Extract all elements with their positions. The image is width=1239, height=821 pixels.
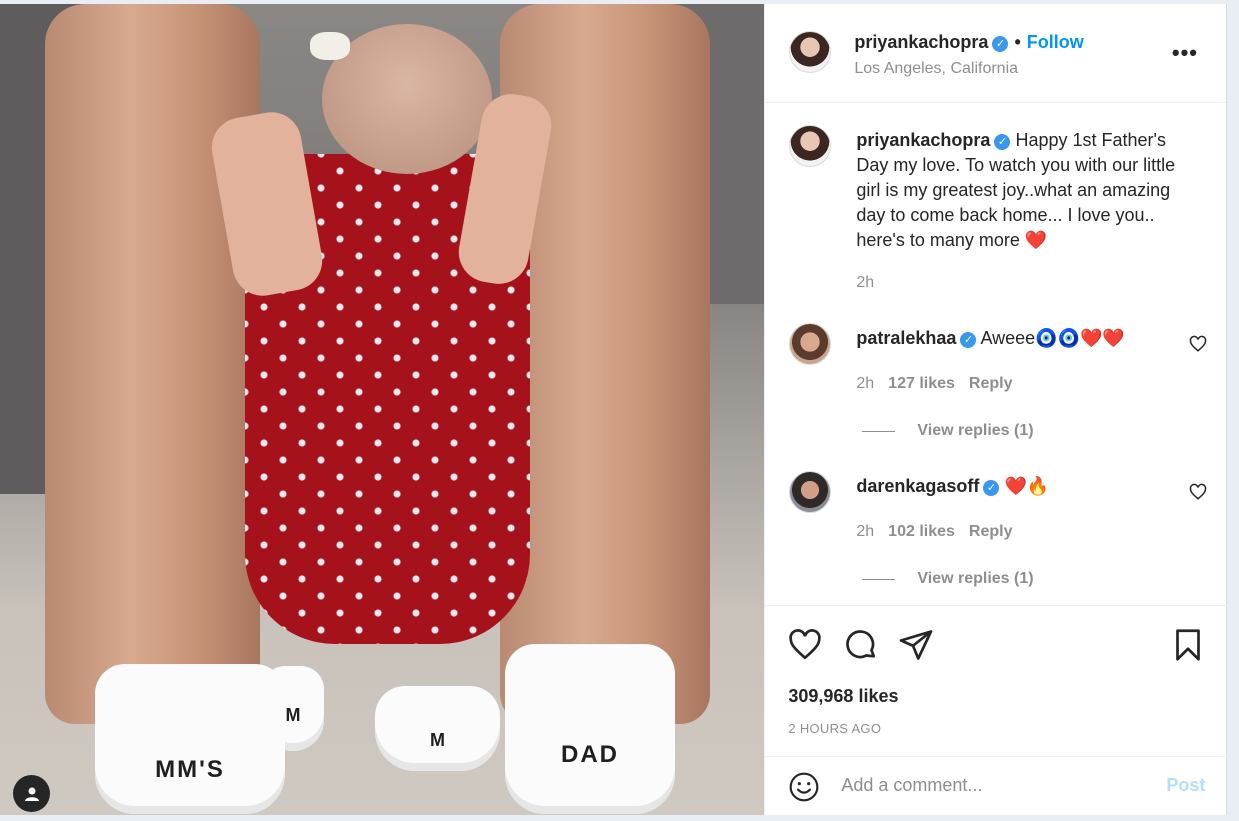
post-comment-button[interactable]: Post — [1166, 775, 1205, 796]
verified-badge-icon: ✓ — [960, 332, 977, 348]
comment-meta: 2h 102 likes Reply — [856, 523, 1026, 541]
avatar[interactable] — [789, 323, 832, 365]
adult-shoe-right: DAD — [505, 644, 675, 814]
reply-button[interactable]: Reply — [969, 523, 1013, 540]
heart-emoji: ❤️ — [1024, 230, 1048, 250]
comment-time[interactable]: 2h — [856, 375, 874, 392]
verified-badge-icon: ✓ — [994, 134, 1011, 150]
heart-icon[interactable] — [787, 627, 823, 663]
avatar[interactable] — [789, 471, 832, 513]
comment-icon[interactable] — [843, 627, 879, 663]
comment-username[interactable]: patralekhaa — [856, 328, 956, 348]
bookmark-icon[interactable] — [1170, 627, 1206, 663]
post-actions: 309,968 likes 2 HOURS AGO Post — [765, 605, 1228, 813]
post-photo[interactable]: M M MM'S DAD — [0, 4, 765, 815]
reply-button[interactable]: Reply — [969, 375, 1013, 392]
adult-shoe-left: MM'S — [95, 664, 285, 814]
post-location[interactable]: Los Angeles, California — [854, 60, 1018, 78]
instagram-post: M M MM'S DAD priyankachopra ✓ • Follow Los … — [0, 4, 1228, 815]
baby-headband — [310, 32, 350, 60]
shoe-text: MM'S — [155, 756, 225, 783]
author-username[interactable]: priyankachopra — [854, 32, 988, 52]
post-time-ago[interactable]: 2 HOURS AGO — [788, 721, 881, 736]
post-caption: priyankachopra ✓ Happy 1st Father's Day m… — [856, 128, 1176, 253]
comment-emojis: 🧿🧿❤️❤️ — [1035, 328, 1125, 348]
adult-leg-left — [45, 4, 260, 724]
heart-icon[interactable] — [1189, 483, 1207, 501]
comment-input[interactable] — [841, 768, 1142, 802]
avatar[interactable] — [789, 31, 832, 73]
more-options-icon[interactable]: ••• — [1172, 40, 1198, 66]
shoe-text: DAD — [561, 741, 619, 768]
likes-count[interactable]: 309,968 likes — [788, 686, 898, 707]
comment-likes[interactable]: 127 likes — [888, 375, 955, 392]
verified-badge-icon: ✓ — [983, 480, 1000, 496]
view-replies-button[interactable]: View replies (1) — [862, 422, 1033, 440]
comment: patralekhaa ✓ Aweee🧿🧿❤️❤️ — [856, 328, 1125, 349]
post-header: priyankachopra ✓ • Follow Los Angeles, Cali… — [765, 4, 1226, 103]
smiley-icon[interactable] — [788, 771, 820, 803]
comment-emojis: ❤️🔥 — [1004, 476, 1050, 496]
shoe-text: M — [430, 730, 445, 750]
verified-badge-icon: ✓ — [992, 36, 1009, 52]
share-icon[interactable] — [898, 627, 934, 663]
shoe-text: M — [285, 705, 301, 725]
comment: darenkagasoff ✓ ❤️🔥 — [856, 476, 1049, 497]
caption-username[interactable]: priyankachopra — [856, 130, 990, 150]
caption-timestamp[interactable]: 2h — [856, 274, 874, 292]
avatar[interactable] — [789, 125, 832, 167]
follow-button[interactable]: Follow — [1027, 32, 1084, 52]
comment-text: Aweee — [980, 328, 1036, 348]
comment-time[interactable]: 2h — [856, 523, 874, 540]
heart-icon[interactable] — [1189, 335, 1207, 353]
post-details-panel: priyankachopra ✓ • Follow Los Angeles, Cali… — [764, 4, 1228, 815]
user-icon[interactable] — [13, 775, 50, 812]
comment-meta: 2h 127 likes Reply — [856, 375, 1026, 393]
view-replies-button[interactable]: View replies (1) — [862, 570, 1033, 588]
header-username-row: priyankachopra ✓ • Follow — [854, 32, 1084, 53]
comment-username[interactable]: darenkagasoff — [856, 476, 979, 496]
baby-shoe-right: M — [375, 686, 500, 771]
separator-dot: • — [1014, 32, 1021, 52]
comment-form: Post — [765, 756, 1228, 813]
comment-likes[interactable]: 102 likes — [888, 523, 955, 540]
